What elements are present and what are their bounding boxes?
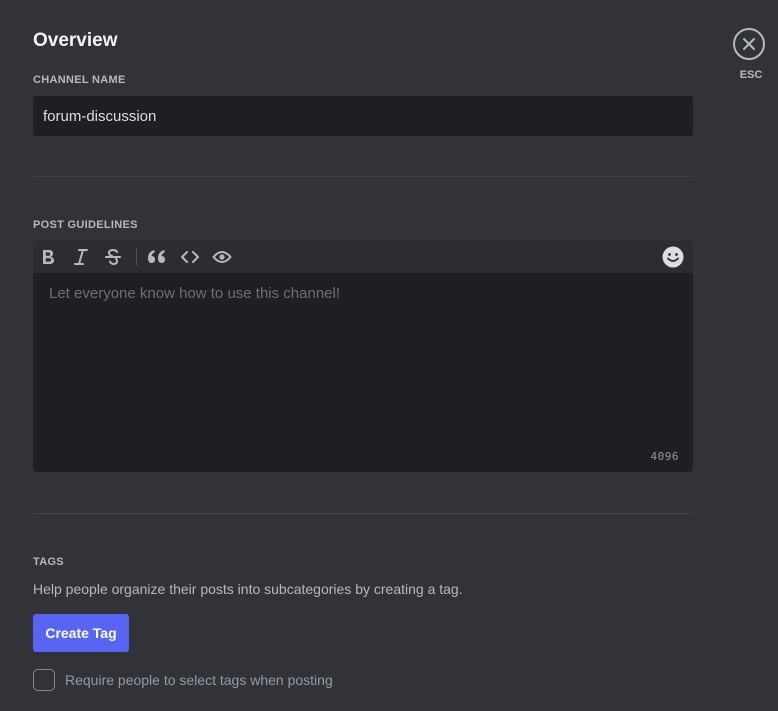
channel-name-label: CHANNEL NAME <box>33 74 126 86</box>
formatting-toolbar <box>33 241 693 273</box>
emoji-icon <box>662 246 684 268</box>
tags-description: Help people organize their posts into su… <box>33 581 463 597</box>
close-button[interactable] <box>733 28 765 60</box>
require-tags-row[interactable]: Require people to select tags when posti… <box>33 668 333 692</box>
code-button[interactable] <box>179 247 201 267</box>
settings-page: Overview CHANNEL NAME POST GUIDELINES <box>0 0 778 711</box>
quote-button[interactable] <box>146 247 168 267</box>
esc-label: ESC <box>739 69 763 81</box>
bold-button[interactable] <box>37 247 59 267</box>
page-title: Overview <box>33 30 118 51</box>
section-divider <box>33 176 693 177</box>
post-guidelines-editor: 4096 <box>33 241 693 472</box>
require-tags-checkbox[interactable] <box>33 669 55 691</box>
create-tag-button[interactable]: Create Tag <box>33 614 129 652</box>
emoji-button[interactable] <box>661 245 685 269</box>
section-divider <box>33 513 693 514</box>
require-tags-label: Require people to select tags when posti… <box>65 672 333 688</box>
tags-label: TAGS <box>33 556 64 568</box>
spoiler-button[interactable] <box>211 247 233 267</box>
close-area: ESC <box>733 28 769 81</box>
code-icon <box>181 251 199 263</box>
spoiler-eye-icon <box>212 251 232 263</box>
italic-icon <box>74 249 88 265</box>
post-guidelines-textarea[interactable] <box>33 273 693 472</box>
close-icon <box>743 38 755 50</box>
toolbar-separator <box>136 248 137 266</box>
character-count: 4096 <box>650 450 679 463</box>
channel-name-input[interactable] <box>33 96 693 136</box>
strikethrough-icon <box>105 248 121 266</box>
post-guidelines-label: POST GUIDELINES <box>33 219 138 231</box>
bold-icon <box>43 250 54 264</box>
quote-icon <box>148 250 165 263</box>
italic-button[interactable] <box>70 247 92 267</box>
strikethrough-button[interactable] <box>102 247 124 267</box>
